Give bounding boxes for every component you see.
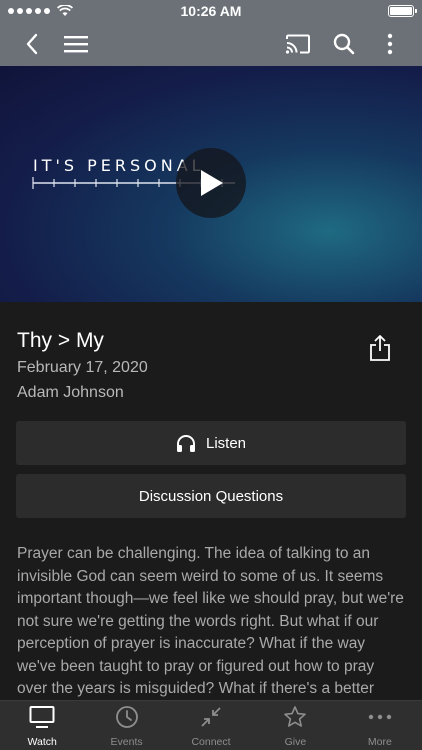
more-dots-icon (368, 714, 392, 720)
clock-icon (115, 706, 138, 728)
status-bar: 10:26 AM (0, 0, 422, 22)
share-icon (370, 335, 390, 361)
battery-icon (388, 5, 417, 17)
nav-bar (0, 22, 422, 66)
cast-button[interactable] (280, 26, 316, 62)
tab-events[interactable]: Events (84, 701, 168, 750)
tab-more-label: More (367, 736, 392, 748)
tab-connect-label: Connect (191, 736, 231, 748)
star-icon (284, 706, 307, 727)
more-options-button[interactable] (372, 26, 408, 62)
tv-icon (29, 706, 55, 728)
tab-watch[interactable]: Watch (0, 701, 84, 750)
discussion-questions-label: Discussion Questions (138, 487, 284, 505)
headphones-icon (176, 434, 195, 452)
sermon-date: February 17, 2020 (17, 359, 148, 376)
waveform-graphic (239, 132, 377, 234)
search-button[interactable] (326, 26, 362, 62)
tab-give[interactable]: Give (253, 701, 337, 750)
back-button[interactable] (14, 26, 50, 62)
share-button[interactable] (364, 332, 396, 364)
video-player[interactable]: IT'S PERSONAL (0, 66, 422, 302)
tab-watch-label: Watch (27, 736, 57, 748)
sermon-speaker: Adam Johnson (17, 384, 124, 401)
sermon-title: Thy > My (17, 329, 104, 352)
listen-button-label: Listen (205, 434, 247, 452)
menu-button[interactable] (58, 26, 94, 62)
sermon-info: Thy > My February 17, 2020 Adam Johnson (17, 328, 347, 404)
vertical-dots-icon (387, 33, 393, 55)
signal-strength-icon (8, 5, 73, 17)
tab-more[interactable]: More (338, 701, 422, 750)
tab-connect[interactable]: Connect (169, 701, 253, 750)
play-icon (201, 170, 223, 196)
wifi-icon (57, 5, 73, 16)
discussion-questions-button[interactable]: Discussion Questions (16, 474, 406, 518)
cast-icon (285, 34, 310, 54)
tab-events-label: Events (110, 736, 143, 748)
chevron-left-icon (26, 33, 38, 55)
connect-arrows-icon (201, 707, 221, 727)
tab-bar: Watch Events Connect Give More (0, 700, 422, 750)
tab-give-label: Give (284, 736, 307, 748)
play-button[interactable] (176, 148, 246, 218)
hamburger-icon (64, 36, 88, 53)
search-icon (333, 33, 355, 55)
sermon-description: Prayer can be challenging. The idea of t… (17, 545, 404, 697)
listen-button[interactable]: Listen (16, 421, 406, 465)
